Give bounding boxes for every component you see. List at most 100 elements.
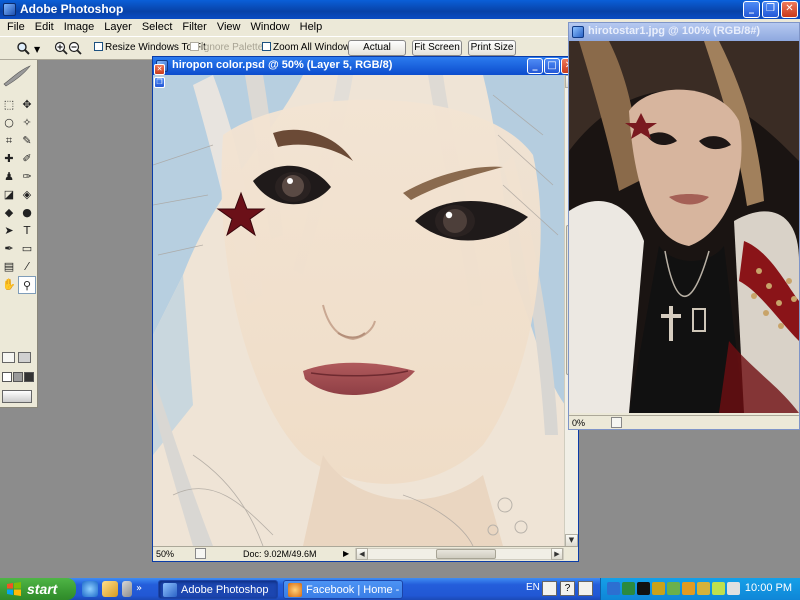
- actual-pixels-button[interactable]: Actual Pixels: [348, 40, 406, 67]
- tray-messenger-icon[interactable]: [652, 582, 665, 595]
- language-bar-icon[interactable]: [542, 581, 557, 596]
- tray-security-icon[interactable]: [622, 582, 635, 595]
- tool-preset-dropdown-icon[interactable]: ▼: [34, 43, 40, 57]
- brush-tool-icon[interactable]: ✐: [18, 150, 36, 168]
- windows-flag-icon: [7, 582, 21, 596]
- canvas-painting[interactable]: [153, 75, 565, 546]
- menu-view[interactable]: View: [212, 19, 246, 36]
- close-icon[interactable]: ✕: [781, 1, 798, 18]
- zoom-tool-icon[interactable]: [16, 41, 30, 55]
- tray-update-icon[interactable]: [682, 582, 695, 595]
- scroll-left-arrow-icon[interactable]: ◀: [356, 548, 368, 560]
- doc-minimize-icon[interactable]: _: [527, 58, 543, 74]
- start-button[interactable]: start: [0, 578, 76, 600]
- app-title: Adobe Photoshop: [20, 2, 124, 16]
- minimized-close-icon[interactable]: ✕: [154, 64, 165, 75]
- quick-launch-expand-icon[interactable]: »: [136, 581, 142, 597]
- shape-tool-icon[interactable]: ▭: [18, 240, 36, 258]
- lasso-tool-icon[interactable]: ○: [0, 114, 18, 132]
- type-tool-icon[interactable]: T: [18, 222, 36, 240]
- photoshop-icon: [3, 3, 16, 16]
- eraser-tool-icon[interactable]: ◪: [0, 186, 18, 204]
- jump-to-imageready-icon[interactable]: [2, 390, 32, 403]
- menu-window[interactable]: Window: [246, 19, 295, 36]
- document-window-reference[interactable]: hirotostar1.jpg @ 100% (RGB/8#) 0%: [568, 22, 800, 430]
- tray-volume-icon[interactable]: [727, 582, 740, 595]
- pen-tool-icon[interactable]: ✒: [0, 240, 18, 258]
- tray-app-icon[interactable]: [637, 582, 650, 595]
- status-nav-icon[interactable]: [195, 548, 206, 559]
- reference-zoom-level[interactable]: 0%: [572, 416, 585, 430]
- internet-explorer-icon[interactable]: [82, 581, 98, 597]
- reference-status-nav-icon[interactable]: [611, 417, 622, 428]
- language-indicator[interactable]: EN: [526, 582, 540, 593]
- zoom-all-windows-checkbox[interactable]: Zoom All Windows: [262, 41, 355, 55]
- marquee-tool-icon[interactable]: ⬚: [0, 96, 18, 114]
- move-tool-icon[interactable]: ✥: [18, 96, 36, 114]
- task-facebook[interactable]: Facebook | Home - lol...: [283, 580, 403, 599]
- ignore-palettes-checkbox[interactable]: Ignore Palettes: [190, 41, 268, 55]
- document-title-bar[interactable]: hiropon color.psd @ 50% (Layer 5, RGB/8)…: [153, 57, 578, 75]
- tray-battery-icon[interactable]: [712, 582, 725, 595]
- menu-select[interactable]: Select: [137, 19, 178, 36]
- history-brush-tool-icon[interactable]: ✑: [18, 168, 36, 186]
- zoom-level[interactable]: 50%: [156, 547, 174, 561]
- minimized-restore-icon[interactable]: ❐: [154, 77, 165, 88]
- blur-tool-icon[interactable]: ◆: [0, 204, 18, 222]
- menu-filter[interactable]: Filter: [177, 19, 211, 36]
- screen-mode-full-menu-icon[interactable]: [13, 372, 23, 382]
- zoom-tool-button-icon[interactable]: ⚲: [18, 276, 36, 294]
- app-title-bar[interactable]: Adobe Photoshop _ ❐ ✕: [0, 0, 800, 19]
- document-title: hiropon color.psd @ 50% (Layer 5, RGB/8): [172, 59, 393, 71]
- minimize-icon[interactable]: _: [743, 1, 760, 18]
- eyedropper-tool-icon[interactable]: ⁄: [18, 258, 36, 276]
- zoom-out-icon[interactable]: [68, 41, 82, 55]
- clone-stamp-tool-icon[interactable]: ♟: [0, 168, 18, 186]
- print-size-button[interactable]: Print Size: [468, 40, 516, 56]
- slice-tool-icon[interactable]: ✎: [18, 132, 36, 150]
- menu-layer[interactable]: Layer: [99, 19, 137, 36]
- standard-mode-icon[interactable]: [2, 352, 15, 363]
- menu-edit[interactable]: Edit: [30, 19, 59, 36]
- tray-sync-icon[interactable]: [667, 582, 680, 595]
- feather-icon: [3, 65, 31, 87]
- quick-mask-mode-icon[interactable]: [18, 352, 31, 363]
- quick-launch: »: [82, 581, 142, 597]
- clock[interactable]: 10:00 PM: [745, 582, 792, 594]
- menu-help[interactable]: Help: [295, 19, 328, 36]
- notes-tool-icon[interactable]: ▤: [0, 258, 18, 276]
- quick-launch-item-icon[interactable]: [122, 581, 132, 597]
- msn-messenger-icon[interactable]: [102, 581, 118, 597]
- keyboard-icon[interactable]: [578, 581, 593, 596]
- hand-tool-icon[interactable]: ✋: [0, 276, 18, 294]
- healing-brush-tool-icon[interactable]: ✚: [0, 150, 18, 168]
- horizontal-scrollbar[interactable]: ◀ ▶: [355, 548, 564, 560]
- document-window-main[interactable]: hiropon color.psd @ 50% (Layer 5, RGB/8)…: [152, 56, 579, 562]
- menu-file[interactable]: File: [2, 19, 30, 36]
- doc-maximize-icon[interactable]: □: [544, 58, 560, 74]
- scroll-right-arrow-icon[interactable]: ▶: [551, 548, 563, 560]
- system-tray: 10:00 PM: [600, 578, 800, 600]
- screen-mode-standard-icon[interactable]: [2, 372, 12, 382]
- tray-network-icon[interactable]: [607, 582, 620, 595]
- zoom-in-icon[interactable]: [54, 41, 68, 55]
- magic-wand-tool-icon[interactable]: ✧: [18, 114, 36, 132]
- dodge-tool-icon[interactable]: ●: [18, 204, 36, 222]
- photoshop-task-icon: [163, 583, 177, 597]
- tray-folder-icon[interactable]: [697, 582, 710, 595]
- status-menu-arrow-icon[interactable]: ▶: [343, 547, 349, 561]
- reference-status-bar: 0%: [569, 415, 799, 429]
- task-photoshop[interactable]: Adobe Photoshop: [158, 580, 278, 599]
- path-selection-tool-icon[interactable]: ➤: [0, 222, 18, 240]
- paint-bucket-tool-icon[interactable]: ◈: [18, 186, 36, 204]
- menu-image[interactable]: Image: [59, 19, 100, 36]
- reference-title-bar[interactable]: hirotostar1.jpg @ 100% (RGB/8#): [569, 23, 799, 41]
- fit-screen-button[interactable]: Fit Screen: [412, 40, 462, 56]
- reference-photo[interactable]: [569, 41, 799, 413]
- taskbar: start » Adobe Photoshop Facebook | Home …: [0, 578, 800, 600]
- restore-icon[interactable]: ❐: [762, 1, 779, 18]
- horizontal-scroll-thumb[interactable]: [436, 549, 496, 559]
- crop-tool-icon[interactable]: ⌗: [0, 132, 18, 150]
- help-icon[interactable]: ?: [560, 581, 575, 596]
- screen-mode-full-icon[interactable]: [24, 372, 34, 382]
